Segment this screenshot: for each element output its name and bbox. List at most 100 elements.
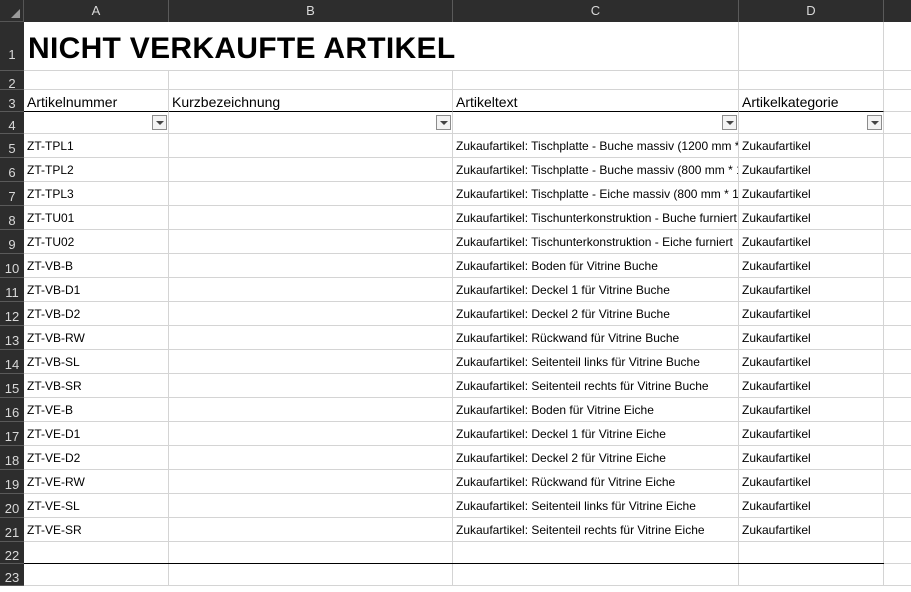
cell-kurzbezeichnung[interactable] <box>169 446 453 470</box>
header-artikeltext[interactable]: Artikeltext <box>453 90 739 112</box>
empty-cell-e[interactable] <box>884 470 911 494</box>
row-header-11[interactable]: 11 <box>0 278 24 302</box>
cell-artikeltext[interactable]: Zukaufartikel: Seitenteil links für Vitr… <box>453 494 739 518</box>
cell-kurzbezeichnung[interactable] <box>169 278 453 302</box>
filter-cell[interactable] <box>739 112 884 134</box>
cell-artikeltext[interactable]: Zukaufartikel: Tischplatte - Buche massi… <box>453 134 739 158</box>
cell-row2[interactable] <box>739 71 884 90</box>
cell-artikeltext[interactable]: Zukaufartikel: Boden für Vitrine Buche <box>453 254 739 278</box>
cell-row2[interactable] <box>453 71 739 90</box>
row-header-20[interactable]: 20 <box>0 494 24 518</box>
empty-cell-e[interactable] <box>884 71 911 90</box>
empty-cell[interactable] <box>453 542 739 564</box>
empty-cell-e[interactable] <box>884 254 911 278</box>
column-header-b[interactable]: B <box>169 0 453 22</box>
filter-cell[interactable] <box>453 112 739 134</box>
cell-row2[interactable] <box>24 71 169 90</box>
filter-kurzbezeichnung-dropdown-icon[interactable] <box>436 115 451 130</box>
cell-artikelnummer[interactable]: ZT-VB-SR <box>24 374 169 398</box>
row-header-2[interactable]: 2 <box>0 71 24 91</box>
header-artikelnummer[interactable]: Artikelnummer <box>24 90 169 112</box>
cell-artikelkategorie[interactable]: Zukaufartikel <box>739 278 884 302</box>
cell-artikelkategorie[interactable]: Zukaufartikel <box>739 302 884 326</box>
row-header-3[interactable]: 3 <box>0 90 24 112</box>
empty-cell-e[interactable] <box>884 206 911 230</box>
row-header-8[interactable]: 8 <box>0 206 24 230</box>
cell-artikelnummer[interactable]: ZT-VB-D1 <box>24 278 169 302</box>
header-artikelkategorie[interactable]: Artikelkategorie <box>739 90 884 112</box>
row-header-12[interactable]: 12 <box>0 302 24 326</box>
cell-artikelnummer[interactable]: ZT-TPL3 <box>24 182 169 206</box>
empty-cell-e[interactable] <box>884 326 911 350</box>
cell-kurzbezeichnung[interactable] <box>169 422 453 446</box>
cell-artikelkategorie[interactable]: Zukaufartikel <box>739 182 884 206</box>
cell-kurzbezeichnung[interactable] <box>169 398 453 422</box>
empty-cell-e[interactable] <box>884 446 911 470</box>
cell-artikelnummer[interactable]: ZT-VE-D1 <box>24 422 169 446</box>
row-header-7[interactable]: 7 <box>0 182 24 206</box>
empty-cell-e[interactable] <box>884 422 911 446</box>
empty-cell[interactable] <box>169 564 453 586</box>
row-header-14[interactable]: 14 <box>0 350 24 374</box>
cell-row2[interactable] <box>169 71 453 90</box>
cell-artikelkategorie[interactable]: Zukaufartikel <box>739 206 884 230</box>
cell-kurzbezeichnung[interactable] <box>169 254 453 278</box>
empty-cell-e[interactable] <box>884 542 911 564</box>
empty-cell-e[interactable] <box>884 564 911 586</box>
cell-artikeltext[interactable]: Zukaufartikel: Rückwand für Vitrine Eich… <box>453 470 739 494</box>
row-header-18[interactable]: 18 <box>0 446 24 470</box>
filter-artikelkategorie-dropdown-icon[interactable] <box>867 115 882 130</box>
cell-artikeltext[interactable]: Zukaufartikel: Seitenteil links für Vitr… <box>453 350 739 374</box>
cell-artikelkategorie[interactable]: Zukaufartikel <box>739 446 884 470</box>
empty-cell[interactable] <box>453 564 739 586</box>
cell-artikelnummer[interactable]: ZT-VE-D2 <box>24 446 169 470</box>
empty-cell-e[interactable] <box>884 278 911 302</box>
empty-cell-e[interactable] <box>884 158 911 182</box>
row-header-17[interactable]: 17 <box>0 422 24 446</box>
cell-artikelnummer[interactable]: ZT-VE-B <box>24 398 169 422</box>
cell-artikeltext[interactable]: Zukaufartikel: Deckel 2 für Vitrine Buch… <box>453 302 739 326</box>
filter-cell[interactable] <box>169 112 453 134</box>
cell-kurzbezeichnung[interactable] <box>169 374 453 398</box>
empty-cell-e[interactable] <box>884 22 911 71</box>
empty-cell[interactable] <box>739 542 884 564</box>
cell-artikeltext[interactable]: Zukaufartikel: Deckel 1 für Vitrine Eich… <box>453 422 739 446</box>
cell-artikeltext[interactable]: Zukaufartikel: Tischunterkonstruktion - … <box>453 206 739 230</box>
cell-artikelkategorie[interactable]: Zukaufartikel <box>739 422 884 446</box>
row-header-13[interactable]: 13 <box>0 326 24 350</box>
cell-kurzbezeichnung[interactable] <box>169 134 453 158</box>
cell-kurzbezeichnung[interactable] <box>169 326 453 350</box>
filter-cell[interactable] <box>24 112 169 134</box>
cell-artikelkategorie[interactable]: Zukaufartikel <box>739 350 884 374</box>
empty-cell-e[interactable] <box>884 112 911 134</box>
cell-artikeltext[interactable]: Zukaufartikel: Tischunterkonstruktion - … <box>453 230 739 254</box>
row-header-1[interactable]: 1 <box>0 22 24 71</box>
cell-artikelkategorie[interactable]: Zukaufartikel <box>739 134 884 158</box>
cell-artikelnummer[interactable]: ZT-VB-B <box>24 254 169 278</box>
header-kurzbezeichnung[interactable]: Kurzbezeichnung <box>169 90 453 112</box>
row-header-5[interactable]: 5 <box>0 134 24 158</box>
empty-cell[interactable] <box>739 564 884 586</box>
cell-kurzbezeichnung[interactable] <box>169 182 453 206</box>
empty-cell[interactable] <box>24 564 169 586</box>
empty-cell-e[interactable] <box>884 398 911 422</box>
cell-artikelnummer[interactable]: ZT-VB-RW <box>24 326 169 350</box>
row-header-15[interactable]: 15 <box>0 374 24 398</box>
cell-artikelnummer[interactable]: ZT-VE-RW <box>24 470 169 494</box>
cell-artikelnummer[interactable]: ZT-VB-SL <box>24 350 169 374</box>
cell-kurzbezeichnung[interactable] <box>169 518 453 542</box>
cell-artikelnummer[interactable]: ZT-VE-SR <box>24 518 169 542</box>
cell-artikelnummer[interactable]: ZT-TPL2 <box>24 158 169 182</box>
cell-artikelkategorie[interactable]: Zukaufartikel <box>739 230 884 254</box>
column-header-c[interactable]: C <box>453 0 739 22</box>
row-header-22[interactable]: 22 <box>0 542 24 564</box>
row-header-21[interactable]: 21 <box>0 518 24 542</box>
cell-kurzbezeichnung[interactable] <box>169 302 453 326</box>
row-header-4[interactable]: 4 <box>0 112 24 134</box>
empty-cell-e[interactable] <box>884 302 911 326</box>
cell-artikeltext[interactable]: Zukaufartikel: Deckel 1 für Vitrine Buch… <box>453 278 739 302</box>
select-all-corner[interactable] <box>0 0 24 22</box>
row-header-9[interactable]: 9 <box>0 230 24 254</box>
cell-d1[interactable] <box>739 22 884 71</box>
row-header-19[interactable]: 19 <box>0 470 24 494</box>
